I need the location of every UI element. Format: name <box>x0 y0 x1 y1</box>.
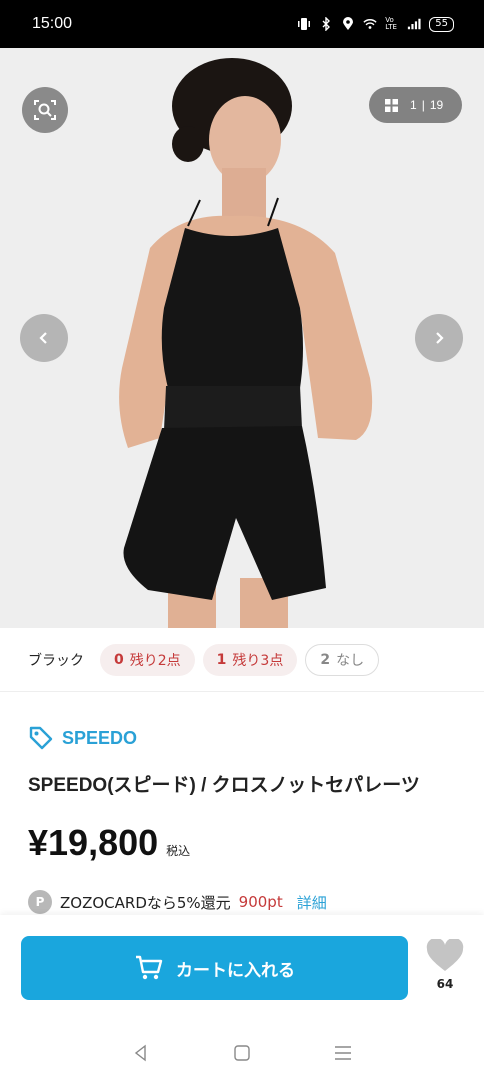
image-search-icon <box>34 100 56 120</box>
size-number: 0 <box>114 651 124 668</box>
points-text: ZOZOCARDなら5%還元 <box>60 893 231 912</box>
size-number: 2 <box>320 651 331 668</box>
vibrate-icon <box>297 17 311 31</box>
home-icon[interactable] <box>230 1041 254 1065</box>
product-image-gallery[interactable]: 1 | 19 <box>0 48 484 628</box>
size-stock-label: 残り2点 <box>129 652 181 669</box>
action-bar: カートに入れる 64 <box>0 915 484 1025</box>
status-icons: Vo LTE 55 <box>297 16 454 32</box>
menu-icon[interactable] <box>331 1041 355 1065</box>
grid-icon <box>385 98 398 112</box>
chevron-right-icon <box>436 332 444 344</box>
points-amount: 900pt <box>238 893 283 911</box>
brand-name: SPEEDO <box>62 727 138 748</box>
product-photo <box>119 58 373 628</box>
points-badge-icon: P <box>28 890 52 914</box>
system-nav-bar <box>0 1025 484 1080</box>
size-stock-label: 残り3点 <box>232 652 284 669</box>
points-row: P ZOZOCARDなら5%還元 900pt 詳細 <box>28 890 327 914</box>
gallery-total: 19 <box>429 98 444 112</box>
bluetooth-icon <box>319 17 333 31</box>
status-time: 15:00 <box>32 15 73 32</box>
add-to-cart-button[interactable]: カートに入れる <box>21 936 408 1000</box>
gallery-counter: 1 | 19 <box>410 98 443 112</box>
size-number: 1 <box>216 651 227 668</box>
favorite-button[interactable]: 64 <box>424 939 466 991</box>
chevron-left-icon <box>39 332 47 344</box>
next-image-button[interactable] <box>415 314 463 362</box>
size-stock-label: なし <box>336 652 365 669</box>
volte-icon: Vo LTE <box>385 16 397 31</box>
gallery-separator: | <box>421 98 425 112</box>
price: ¥19,800 <box>28 822 159 863</box>
add-to-cart-label: カートに入れる <box>176 960 295 981</box>
color-label: ブラック <box>28 652 84 669</box>
stock-row: ブラック 0 残り2点 1 残り3点 2 なし <box>0 628 484 692</box>
price-row: ¥19,800 税込 <box>28 822 190 864</box>
tag-icon <box>29 726 53 750</box>
cart-icon <box>136 955 163 980</box>
favorite-count: 64 <box>436 977 454 991</box>
product-title: SPEEDO(スピード) / クロスノットセパレーツ <box>28 775 420 796</box>
signal-icon <box>407 17 421 31</box>
status-bar: 15:00 Vo LTE 55 <box>0 0 484 48</box>
prev-image-button[interactable] <box>20 314 68 362</box>
back-icon[interactable] <box>129 1041 153 1065</box>
size-chip-1[interactable]: 1 残り3点 <box>202 643 298 676</box>
brand-link[interactable]: SPEEDO <box>28 725 137 751</box>
size-chip-2[interactable]: 2 なし <box>305 643 380 676</box>
wifi-icon <box>363 17 377 31</box>
points-detail-link[interactable]: 詳細 <box>297 892 327 913</box>
image-search-button[interactable] <box>22 87 68 133</box>
heart-icon <box>426 939 464 971</box>
battery-icon: 55 <box>429 16 454 32</box>
location-icon <box>341 17 355 31</box>
gallery-current: 1 <box>410 98 417 112</box>
tax-label: 税込 <box>166 844 191 858</box>
size-chip-0[interactable]: 0 残り2点 <box>100 643 195 676</box>
gallery-counter-button[interactable]: 1 | 19 <box>369 87 462 123</box>
